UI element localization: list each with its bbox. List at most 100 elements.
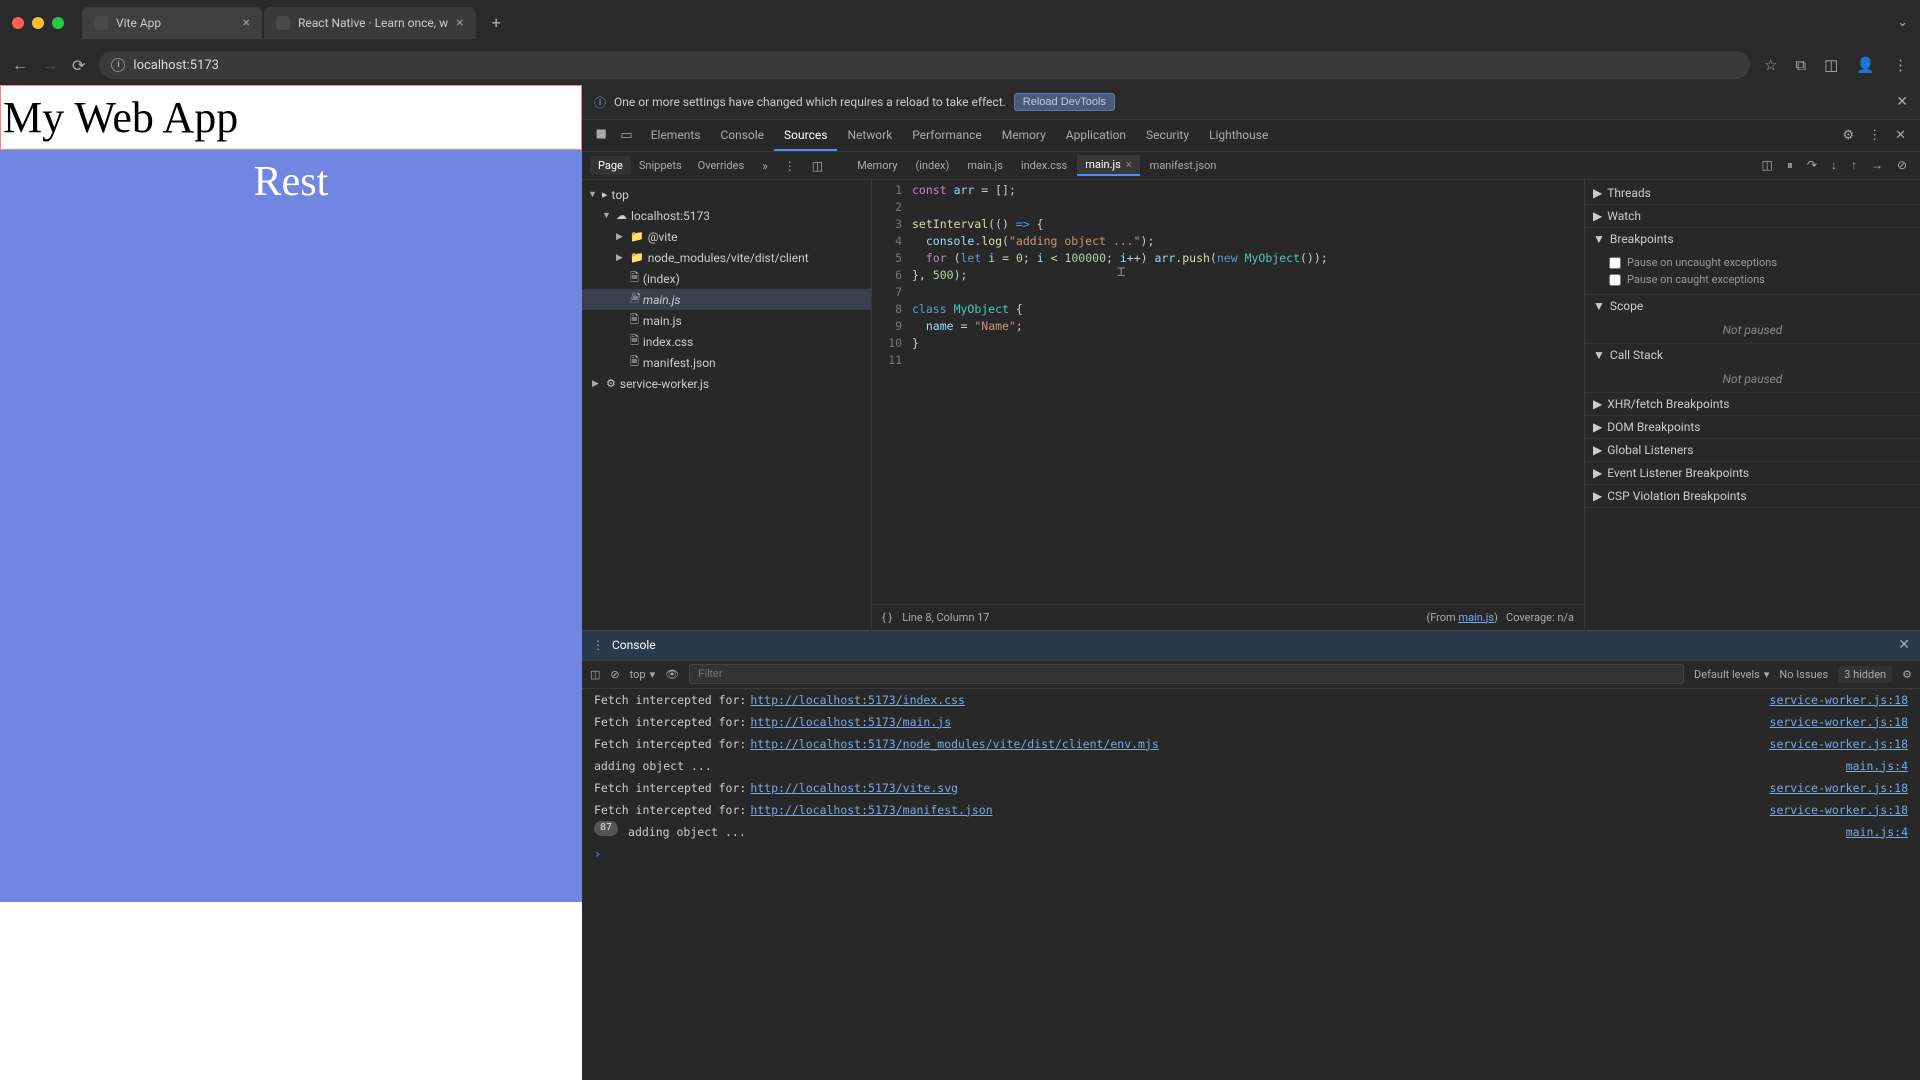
dbg-scope[interactable]: ▼Scope — [1585, 295, 1920, 317]
log-source-link[interactable]: service-worker.js:18 — [1770, 689, 1908, 711]
dbg-threads[interactable]: ▶Threads — [1585, 182, 1920, 204]
clear-console-icon[interactable]: ⊘ — [610, 668, 619, 681]
devtools-close-icon[interactable]: ✕ — [1889, 124, 1912, 147]
console-link[interactable]: http://localhost:5173/node_modules/vite/… — [750, 733, 1159, 755]
tree-file[interactable]: 🗎manifest.json — [582, 352, 871, 373]
file-tab[interactable]: Memory — [849, 155, 905, 176]
dbg-xhr[interactable]: ▶XHR/fetch Breakpoints — [1585, 393, 1920, 415]
device-toolbar-icon[interactable]: ▭ — [614, 124, 638, 147]
source-origin-link[interactable]: main.js — [1458, 611, 1494, 624]
console-link[interactable]: http://localhost:5173/vite.svg — [750, 777, 958, 799]
devtools-tab-sources[interactable]: Sources — [774, 121, 837, 151]
file-tab[interactable]: main.js — [959, 155, 1011, 176]
file-tab[interactable]: index.css — [1013, 155, 1075, 176]
more-subtabs-icon[interactable]: » — [756, 159, 774, 173]
devtools-menu-icon[interactable]: ⋮ — [1862, 124, 1887, 147]
back-button[interactable]: ← — [12, 55, 28, 75]
console-context-select[interactable]: top▾ — [630, 668, 655, 681]
tree-folder-vite[interactable]: ▶📁@vite — [582, 226, 871, 247]
step-over-icon[interactable]: ↷ — [1802, 155, 1822, 176]
log-source-link[interactable]: service-worker.js:18 — [1770, 799, 1908, 821]
tab-close-icon[interactable]: × — [456, 15, 463, 31]
console-prompt[interactable]: › — [582, 843, 1920, 865]
file-tab[interactable]: (index) — [908, 155, 958, 176]
tree-file[interactable]: 🗎(index) — [582, 268, 871, 289]
devtools-tab-elements[interactable]: Elements — [641, 121, 711, 151]
code-editor[interactable]: 1234567891011 const arr = []; setInterva… — [872, 180, 1584, 604]
tree-service-worker[interactable]: ▶⚙service-worker.js — [582, 373, 871, 394]
console-link[interactable]: http://localhost:5173/index.css — [750, 689, 965, 711]
devtools-settings-icon[interactable]: ⚙ — [1836, 124, 1860, 147]
tree-file[interactable]: 🗎index.css — [582, 331, 871, 352]
log-levels-select[interactable]: Default levels▾ — [1694, 668, 1769, 681]
window-maximize-button[interactable] — [52, 17, 64, 29]
sidepanel-icon[interactable]: ◫ — [1824, 56, 1838, 74]
log-source-link[interactable]: main.js:4 — [1846, 821, 1908, 843]
drawer-menu-icon[interactable]: ⋮ — [592, 638, 604, 652]
console-filter-input[interactable] — [689, 664, 1684, 684]
reload-devtools-button[interactable]: Reload DevTools — [1014, 93, 1115, 111]
devtools-tab-network[interactable]: Network — [837, 121, 902, 151]
close-file-icon[interactable]: × — [1126, 158, 1132, 171]
devtools-tab-application[interactable]: Application — [1056, 121, 1136, 151]
dbg-global[interactable]: ▶Global Listeners — [1585, 439, 1920, 461]
banner-close-icon[interactable]: ✕ — [1896, 94, 1908, 110]
sources-subtab-overrides[interactable]: Overrides — [690, 156, 753, 175]
sources-subtab-snippets[interactable]: Snippets — [631, 156, 690, 175]
no-issues-label[interactable]: No Issues — [1779, 668, 1828, 681]
tree-host[interactable]: ▼☁localhost:5173 — [582, 205, 871, 226]
format-icon[interactable]: { } — [882, 611, 892, 624]
profile-icon[interactable]: 👤 — [1856, 56, 1875, 74]
window-close-button[interactable] — [12, 17, 24, 29]
toggle-debugger-icon[interactable]: ◫ — [1757, 155, 1778, 176]
live-expression-icon[interactable]: 👁 — [665, 668, 679, 681]
inspect-element-icon[interactable]: ⯀ — [590, 124, 612, 147]
file-tab[interactable]: manifest.json — [1142, 155, 1225, 176]
drawer-close-icon[interactable]: ✕ — [1898, 637, 1910, 653]
dbg-watch[interactable]: ▶Watch — [1585, 205, 1920, 227]
step-icon[interactable]: → — [1866, 155, 1888, 176]
address-bar[interactable]: i localhost:5173 — [99, 51, 1750, 79]
tree-folder-node-modules[interactable]: ▶📁node_modules/vite/dist/client — [582, 247, 871, 268]
tree-top[interactable]: ▼▸top — [582, 184, 871, 205]
devtools-tab-performance[interactable]: Performance — [902, 121, 991, 151]
console-output[interactable]: Fetch intercepted for: http://localhost:… — [582, 689, 1920, 843]
window-minimize-button[interactable] — [32, 17, 44, 29]
tab-overflow-button[interactable]: ⌄ — [1897, 15, 1908, 30]
browser-menu-icon[interactable]: ⋮ — [1893, 56, 1908, 74]
browser-tab[interactable]: React Native · Learn once, w× — [264, 7, 476, 39]
console-link[interactable]: http://localhost:5173/main.js — [750, 711, 951, 733]
console-settings-icon[interactable]: ⚙ — [1902, 668, 1912, 681]
subtab-menu-icon[interactable]: ⋮ — [778, 159, 802, 173]
pause-icon[interactable]: ⏸ — [1782, 155, 1798, 176]
bp-caught-checkbox[interactable]: Pause on caught exceptions — [1609, 271, 1910, 288]
new-tab-button[interactable]: + — [484, 9, 509, 36]
bp-uncaught-checkbox[interactable]: Pause on uncaught exceptions — [1609, 254, 1910, 271]
reload-button[interactable]: ⟳ — [72, 56, 85, 75]
console-sidebar-toggle-icon[interactable]: ◫ — [590, 668, 600, 681]
toggle-navigator-icon[interactable]: ◫ — [806, 159, 829, 173]
devtools-tab-lighthouse[interactable]: Lighthouse — [1199, 121, 1278, 151]
log-source-link[interactable]: service-worker.js:18 — [1770, 777, 1908, 799]
devtools-tab-console[interactable]: Console — [710, 121, 774, 151]
dbg-callstack[interactable]: ▼Call Stack — [1585, 344, 1920, 366]
tree-file[interactable]: 🗎main.js — [582, 310, 871, 331]
devtools-tab-security[interactable]: Security — [1136, 121, 1199, 151]
browser-tab[interactable]: Vite App× — [82, 7, 262, 39]
log-source-link[interactable]: main.js:4 — [1846, 755, 1908, 777]
site-info-icon[interactable]: i — [111, 58, 125, 72]
forward-button[interactable]: → — [42, 55, 58, 75]
dbg-breakpoints[interactable]: ▼Breakpoints — [1585, 228, 1920, 250]
dbg-dom[interactable]: ▶DOM Breakpoints — [1585, 416, 1920, 438]
dbg-event[interactable]: ▶Event Listener Breakpoints — [1585, 462, 1920, 484]
dbg-csp[interactable]: ▶CSP Violation Breakpoints — [1585, 485, 1920, 507]
step-out-icon[interactable]: ↑ — [1846, 155, 1862, 176]
file-tab[interactable]: main.js× — [1077, 155, 1139, 176]
deactivate-breakpoints-icon[interactable]: ⊘ — [1892, 155, 1912, 176]
tab-close-icon[interactable]: × — [243, 15, 250, 31]
log-source-link[interactable]: service-worker.js:18 — [1770, 733, 1908, 755]
tree-file[interactable]: 🗎main.js — [582, 289, 871, 310]
hidden-count[interactable]: 3 hidden — [1838, 666, 1892, 683]
bookmark-icon[interactable]: ☆ — [1764, 56, 1777, 74]
console-link[interactable]: http://localhost:5173/manifest.json — [750, 799, 992, 821]
